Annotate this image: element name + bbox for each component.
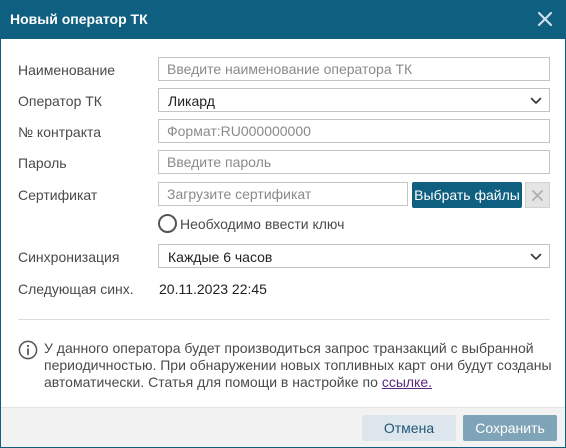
certificate-label: Сертификат bbox=[18, 187, 98, 203]
chevron-down-icon bbox=[530, 97, 542, 104]
save-button[interactable]: Сохранить bbox=[463, 415, 557, 441]
info-icon bbox=[18, 340, 38, 360]
name-label: Наименование bbox=[18, 62, 116, 78]
contract-row: № контракта bbox=[1, 119, 565, 145]
operator-select[interactable]: Ликард bbox=[158, 88, 550, 112]
operator-row: Оператор ТК Ликард bbox=[1, 88, 565, 114]
close-button[interactable] bbox=[533, 7, 557, 31]
choose-files-button[interactable]: Выбрать файлы bbox=[412, 182, 522, 208]
contract-label: № контракта bbox=[18, 124, 102, 140]
dialog-titlebar: Новый оператор ТК bbox=[1, 1, 565, 39]
password-row: Пароль bbox=[1, 150, 565, 176]
contract-input[interactable] bbox=[158, 119, 550, 143]
password-label: Пароль bbox=[18, 155, 67, 171]
dialog-footer: Отмена Сохранить bbox=[1, 407, 565, 447]
sync-selected-value: Каждые 6 часов bbox=[168, 249, 273, 265]
radio-circle[interactable] bbox=[158, 214, 177, 233]
name-input[interactable] bbox=[158, 57, 550, 81]
certificate-row: Сертификат Выбрать файлы bbox=[1, 182, 565, 208]
chevron-down-icon bbox=[530, 253, 542, 260]
sync-label: Синхронизация bbox=[18, 249, 120, 265]
new-operator-dialog: Новый оператор ТК Наименование Оператор … bbox=[0, 0, 566, 448]
dialog-title: Новый оператор ТК bbox=[10, 11, 148, 27]
next-sync-value: 20.11.2023 22:45 bbox=[159, 281, 267, 297]
info-message-text: У данного оператора будет производиться … bbox=[44, 340, 552, 390]
operator-selected-value: Ликард bbox=[168, 93, 215, 109]
divider bbox=[18, 319, 550, 320]
key-required-label: Необходимо ввести ключ bbox=[180, 216, 345, 232]
sync-select[interactable]: Каждые 6 часов bbox=[158, 244, 550, 268]
next-sync-row: Следующая синх. 20.11.2023 22:45 bbox=[1, 276, 565, 302]
next-sync-label: Следующая синх. bbox=[18, 281, 134, 297]
close-icon bbox=[532, 190, 543, 201]
info-message: У данного оператора будет производиться … bbox=[44, 340, 554, 391]
sync-row: Синхронизация Каждые 6 часов bbox=[1, 244, 565, 270]
certificate-input[interactable] bbox=[158, 182, 408, 206]
clear-certificate-button[interactable] bbox=[525, 182, 550, 208]
cancel-button[interactable]: Отмена bbox=[362, 415, 456, 441]
password-input[interactable] bbox=[158, 150, 550, 174]
close-icon bbox=[537, 11, 553, 27]
name-row: Наименование bbox=[1, 57, 565, 83]
help-link[interactable]: ссылке. bbox=[382, 374, 432, 390]
operator-label: Оператор ТК bbox=[18, 93, 102, 109]
key-required-radio[interactable]: Необходимо ввести ключ bbox=[158, 213, 388, 235]
